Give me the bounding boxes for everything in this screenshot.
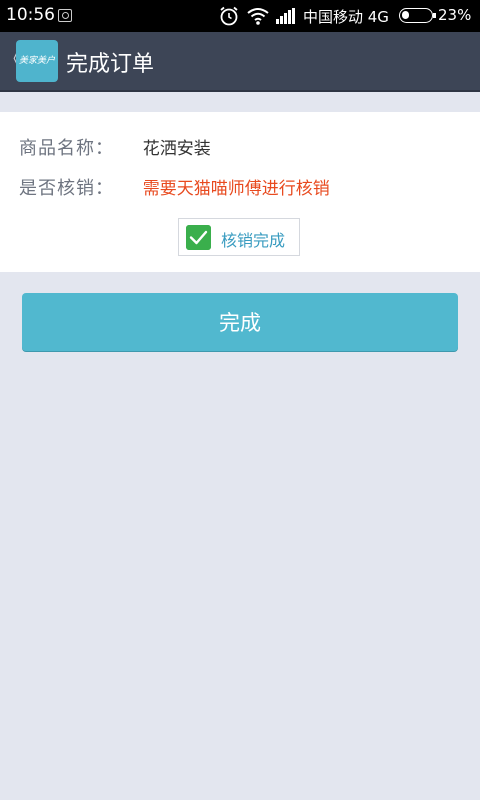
notification-icon	[58, 9, 72, 22]
carrier-label: 中国移动 4G	[303, 8, 389, 26]
verify-label: 是否核销：	[19, 178, 114, 199]
page-title: 完成订单	[66, 52, 155, 77]
app-logo[interactable]: 美家美户	[16, 40, 58, 82]
verify-row: 是否核销： 需要天猫喵师傅进行核销	[19, 174, 330, 200]
product-name-label: 商品名称：	[19, 138, 114, 159]
verify-complete-checkbox[interactable]: 核销完成	[178, 218, 300, 256]
status-bar: 10:56 中国移动 4G 23%	[0, 0, 480, 32]
checkmark-icon	[186, 225, 211, 250]
alarm-icon	[220, 6, 238, 26]
done-button[interactable]: 完成	[22, 293, 458, 351]
verify-complete-label: 核销完成	[221, 231, 286, 250]
wifi-icon	[247, 8, 269, 25]
signal-icon	[276, 8, 295, 24]
battery-icon	[399, 8, 436, 23]
battery-percent: 23%	[438, 6, 472, 24]
verify-value: 需要天猫喵师傅进行核销	[142, 179, 330, 199]
title-bar: 《 美家美户 完成订单	[0, 32, 480, 92]
product-row: 商品名称： 花洒安装	[19, 134, 211, 160]
product-name-value: 花洒安装	[142, 139, 211, 159]
status-time: 10:56	[6, 5, 55, 25]
order-info-card: 商品名称： 花洒安装 是否核销： 需要天猫喵师傅进行核销 核销完成	[0, 112, 480, 272]
